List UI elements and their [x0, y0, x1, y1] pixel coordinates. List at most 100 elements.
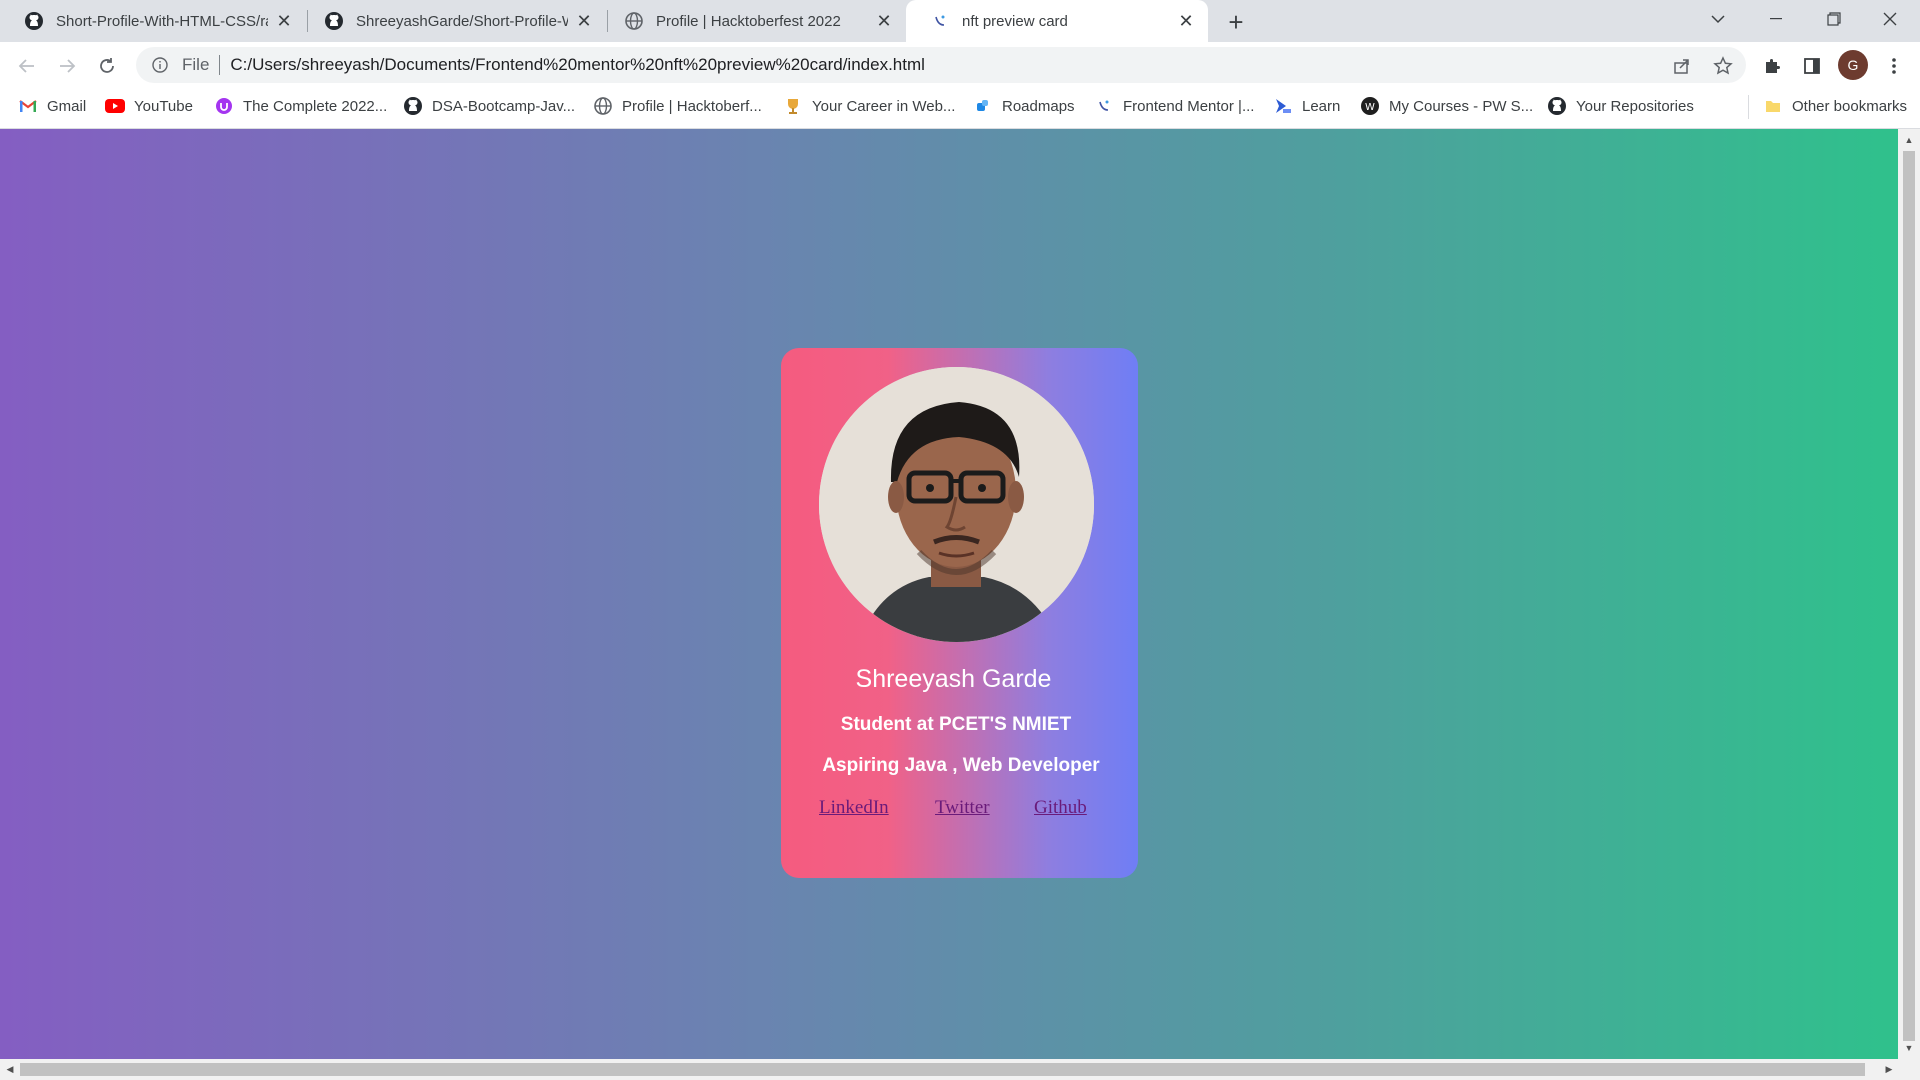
bookmarks-separator [1748, 95, 1749, 119]
share-icon [1674, 59, 1689, 74]
learn-icon [1273, 96, 1293, 116]
info-icon[interactable] [150, 55, 170, 75]
close-icon[interactable]: ✕ [1176, 11, 1196, 31]
bookmark-label: Profile | Hacktoberf... [622, 97, 762, 115]
tab-title: Profile | Hacktoberfest 2022 [656, 12, 841, 30]
udemy-icon [214, 96, 234, 116]
horizontal-scrollbar[interactable]: ◀ ▶ [0, 1059, 1920, 1080]
bookmark-star-button[interactable] [1707, 50, 1739, 82]
scroll-left-arrow-icon[interactable]: ◀ [3, 1063, 17, 1076]
frontend-mentor-icon [930, 11, 950, 31]
bookmark-label: Your Career in Web... [812, 97, 956, 115]
bookmark-youtube[interactable]: YouTube [105, 89, 193, 123]
globe-icon [624, 11, 644, 31]
menu-button[interactable] [1878, 50, 1910, 82]
tab-shreeyash-repo[interactable]: ShreeyashGarde/Short-Profile-W ✕ [300, 0, 606, 42]
vertical-scroll-thumb[interactable] [1903, 151, 1915, 1041]
bookmark-label: YouTube [134, 97, 193, 115]
bookmark-label: Frontend Mentor |... [1123, 97, 1255, 115]
tab-nft-preview-card[interactable]: nft preview card ✕ [906, 0, 1208, 42]
reload-button[interactable] [91, 50, 123, 82]
url-scheme: File [182, 55, 210, 74]
close-window-button[interactable] [1866, 0, 1914, 38]
trophy-icon [783, 96, 803, 116]
github-link[interactable]: Github [1034, 797, 1087, 819]
close-icon[interactable]: ✕ [574, 11, 594, 31]
linkedin-link[interactable]: LinkedIn [819, 797, 889, 819]
bookmark-label: Your Repositories [1576, 97, 1694, 115]
bookmark-label: Gmail [47, 97, 87, 115]
bookmark-complete-2022[interactable]: The Complete 2022... [214, 89, 387, 123]
tab-hacktoberfest[interactable]: Profile | Hacktoberfest 2022 ✕ [600, 0, 906, 42]
restore-icon [1827, 12, 1841, 26]
twitter-link[interactable]: Twitter [935, 797, 990, 819]
back-button[interactable] [11, 50, 43, 82]
folder-icon [1763, 96, 1783, 116]
bookmark-career-web[interactable]: Your Career in Web... [783, 89, 955, 123]
scroll-down-arrow-icon[interactable]: ▼ [1903, 1041, 1915, 1055]
profile-avatar[interactable]: G [1838, 50, 1868, 80]
address-bar[interactable]: File C:/Users/shreeyash/Documents/Fronte… [136, 47, 1746, 83]
tab-short-profile[interactable]: Short-Profile-With-HTML-CSS/ra ✕ [0, 0, 306, 42]
chevron-down-icon [1711, 15, 1725, 24]
bookmark-hacktoberfest[interactable]: Profile | Hacktoberf... [593, 89, 762, 123]
bookmark-label: Learn [1302, 97, 1341, 115]
arrow-right-icon [60, 59, 76, 73]
tab-title: ShreeyashGarde/Short-Profile-W [356, 12, 568, 30]
bookmark-label: Roadmaps [1002, 97, 1075, 115]
tab-title: Short-Profile-With-HTML-CSS/ra [56, 12, 268, 30]
url-divider [219, 55, 221, 75]
bookmarks-bar: Gmail YouTube The Complete 2022... DSA-B… [0, 89, 1920, 129]
scroll-right-arrow-icon[interactable]: ▶ [1882, 1063, 1896, 1076]
github-icon [1547, 96, 1567, 116]
github-icon [324, 11, 344, 31]
github-icon [403, 96, 423, 116]
profile-role: Aspiring Java , Web Developer [822, 755, 1100, 776]
page-viewport: Shreeyash Garde Student at PCET'S NMIET … [0, 129, 1898, 1059]
vertical-scrollbar[interactable]: ▲ ▼ [1898, 129, 1920, 1059]
horizontal-scroll-thumb[interactable] [20, 1063, 1865, 1076]
side-panel-button[interactable] [1796, 50, 1828, 82]
tab-title: nft preview card [962, 12, 1068, 30]
bookmark-your-repositories[interactable]: Your Repositories [1547, 89, 1694, 123]
minimize-button[interactable] [1752, 0, 1800, 38]
forward-button[interactable] [51, 50, 83, 82]
tab-strip: Short-Profile-With-HTML-CSS/ra ✕ Shreeya… [0, 0, 1920, 42]
bookmark-learn[interactable]: Learn [1273, 89, 1340, 123]
close-icon [1883, 12, 1897, 26]
arrow-left-icon [18, 59, 34, 73]
bookmark-gmail[interactable]: Gmail [18, 89, 86, 123]
bookmark-roadmaps[interactable]: Roadmaps [973, 89, 1075, 123]
restore-button[interactable] [1810, 0, 1858, 38]
tab-search-button[interactable] [1694, 0, 1742, 38]
share-button[interactable] [1666, 50, 1698, 82]
bookmark-label: The Complete 2022... [243, 97, 388, 115]
roadmap-icon [973, 96, 993, 116]
other-bookmarks[interactable]: Other bookmarks [1763, 89, 1907, 123]
bookmark-my-courses[interactable]: W My Courses - PW S... [1360, 89, 1533, 123]
profile-card: Shreeyash Garde Student at PCET'S NMIET … [781, 348, 1138, 878]
browser-toolbar: File C:/Users/shreeyash/Documents/Fronte… [0, 42, 1920, 89]
bookmark-frontend-mentor[interactable]: Frontend Mentor |... [1094, 89, 1254, 123]
bookmark-dsa-bootcamp[interactable]: DSA-Bootcamp-Jav... [403, 89, 575, 123]
reload-icon [100, 58, 114, 73]
url-text[interactable]: C:/Users/shreeyash/Documents/Frontend%20… [230, 55, 925, 75]
extensions-button[interactable] [1756, 50, 1788, 82]
bookmark-label: DSA-Bootcamp-Jav... [432, 97, 576, 115]
youtube-icon [105, 96, 125, 116]
new-tab-button[interactable]: + [1220, 6, 1252, 38]
minimize-icon [1770, 18, 1782, 20]
other-bookmarks-label: Other bookmarks [1792, 97, 1908, 115]
profile-photo [819, 367, 1094, 642]
close-icon[interactable]: ✕ [274, 11, 294, 31]
more-vert-icon [1892, 58, 1896, 74]
pw-icon: W [1360, 96, 1380, 116]
scroll-up-arrow-icon[interactable]: ▲ [1903, 133, 1915, 147]
bookmark-label: My Courses - PW S... [1389, 97, 1534, 115]
frontend-mentor-icon [1094, 96, 1114, 116]
profile-education: Student at PCET'S NMIET [840, 714, 1072, 735]
profile-name: Shreeyash Garde [855, 665, 1052, 693]
svg-text:W: W [1365, 102, 1375, 113]
close-icon[interactable]: ✕ [874, 11, 894, 31]
star-icon [1713, 56, 1733, 75]
